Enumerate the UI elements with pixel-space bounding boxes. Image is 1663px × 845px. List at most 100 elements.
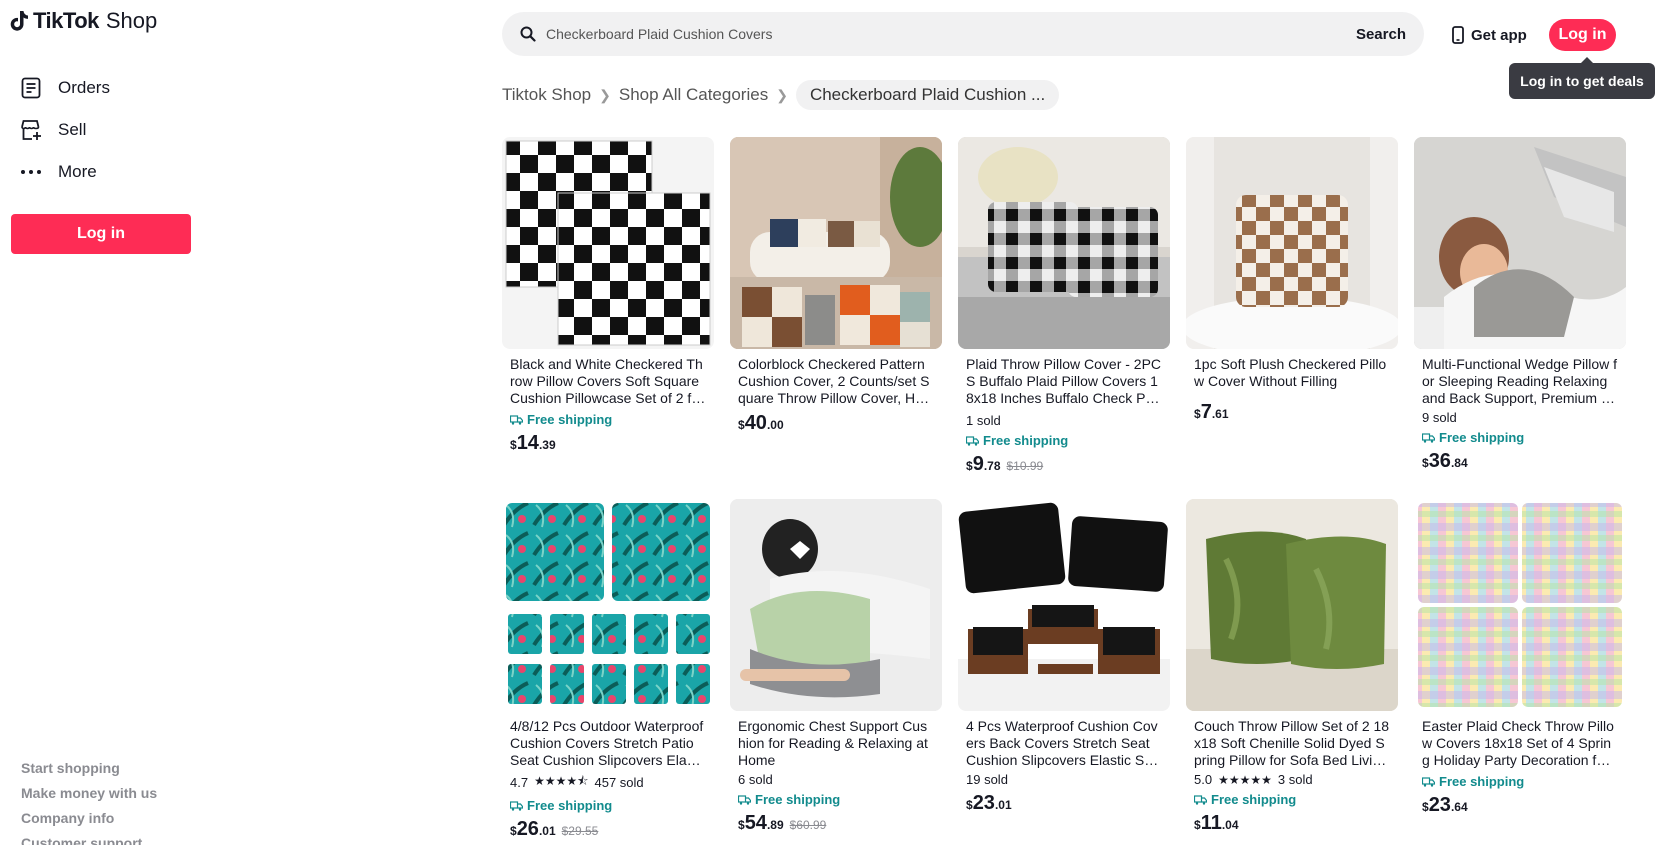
footer-link-customer-support[interactable]: Customer support <box>21 835 157 845</box>
product-card[interactable]: Black and White Checkered Throw Pillow C… <box>502 137 714 499</box>
orders-icon <box>20 77 42 99</box>
breadcrumb-tiktok-shop[interactable]: Tiktok Shop <box>502 85 591 105</box>
sold-count: 9 sold <box>1422 410 1457 425</box>
product-card[interactable]: 4 Pcs Waterproof Cushion Covers Back Cov… <box>958 499 1170 845</box>
sidebar-item-sell[interactable]: Sell <box>20 118 110 142</box>
truck-icon <box>1422 432 1435 443</box>
original-price: $29.55 <box>561 824 599 838</box>
free-shipping-badge: Free shipping <box>510 412 706 427</box>
search-input[interactable] <box>546 26 1356 42</box>
sidebar-item-label: Sell <box>58 120 87 139</box>
product-card[interactable]: 1pc Soft Plush Checkered Pillow Cover Wi… <box>1186 137 1398 499</box>
store-icon <box>20 119 42 141</box>
free-shipping-badge: Free shipping <box>966 433 1162 448</box>
currency-symbol: $ <box>1194 818 1201 832</box>
footer-link-make-money[interactable]: Make money with us <box>21 785 157 810</box>
brand-name: TikTok <box>33 8 99 33</box>
product-title[interactable]: Plaid Throw Pillow Cover - 2PCS Buffalo … <box>966 356 1162 407</box>
product-title[interactable]: Colorblock Checkered Pattern Cushion Cov… <box>738 356 934 407</box>
phone-icon <box>1452 26 1464 44</box>
product-price: $9.78 $10.99 <box>966 453 1162 476</box>
free-shipping-label: Free shipping <box>1211 792 1297 807</box>
breadcrumb-current: Checkerboard Plaid Cushion ... <box>795 80 1060 110</box>
currency-symbol: $ <box>738 818 745 832</box>
search-button[interactable]: Search <box>1356 26 1406 43</box>
free-shipping-badge: Free shipping <box>1422 430 1618 445</box>
price-integer: 7 <box>1200 401 1212 423</box>
product-card[interactable]: Easter Plaid Check Throw Pillow Covers 1… <box>1414 499 1626 845</box>
breadcrumb-all-categories[interactable]: Shop All Categories <box>619 85 768 105</box>
product-price: $54.89 $60.99 <box>738 812 934 835</box>
truck-icon <box>966 435 979 446</box>
product-price: $36.84 <box>1422 450 1618 473</box>
price-integer: 26 <box>516 818 539 840</box>
original-price: $60.99 <box>789 818 827 832</box>
product-title[interactable]: Black and White Checkered Throw Pillow C… <box>510 356 706 407</box>
sidebar-item-label: Orders <box>58 78 110 97</box>
price-decimal: .04 <box>1221 818 1239 832</box>
price-decimal: .39 <box>538 438 556 452</box>
product-price: $40.00 <box>738 412 934 435</box>
product-card[interactable]: Couch Throw Pillow Set of 2 18x18 Soft C… <box>1186 499 1398 845</box>
product-title[interactable]: Easter Plaid Check Throw Pillow Covers 1… <box>1422 718 1618 769</box>
tiktok-note-icon <box>10 11 28 31</box>
product-title[interactable]: 4/8/12 Pcs Outdoor Waterproof Cushion Co… <box>510 718 706 769</box>
footer-link-start-shopping[interactable]: Start shopping <box>21 760 157 785</box>
sidebar-item-orders[interactable]: Orders <box>20 76 110 100</box>
price-integer: 23 <box>1428 794 1451 816</box>
price-integer: 11 <box>1200 812 1222 834</box>
get-app-label: Get app <box>1471 26 1527 44</box>
product-price: $26.01 $29.55 <box>510 818 706 841</box>
free-shipping-label: Free shipping <box>1439 430 1525 445</box>
sold-count: 3 sold <box>1277 772 1313 787</box>
currency-symbol: $ <box>510 438 517 452</box>
sidebar-nav: Orders Sell More <box>20 76 110 202</box>
product-price: $11.04 <box>1194 812 1390 835</box>
product-title[interactable]: 1pc Soft Plush Checkered Pillow Cover Wi… <box>1194 356 1390 390</box>
sold-count: 457 sold <box>594 775 644 790</box>
product-image <box>502 499 714 711</box>
product-title[interactable]: Ergonomic Chest Support Cushion for Read… <box>738 718 934 769</box>
truck-icon <box>1194 794 1207 805</box>
currency-symbol: $ <box>1194 407 1201 421</box>
product-rating: 4.7 ★★★★⯪ 457 sold <box>510 772 706 793</box>
price-decimal: .78 <box>983 459 1001 473</box>
sidebar-login-button[interactable]: Log in <box>11 214 191 254</box>
free-shipping-badge: Free shipping <box>1194 792 1390 807</box>
get-app-button[interactable]: Get app <box>1442 18 1537 52</box>
price-integer: 23 <box>972 792 995 814</box>
product-sold: 9 sold <box>1422 410 1618 425</box>
product-image <box>958 499 1170 711</box>
product-image <box>958 137 1170 349</box>
price-decimal: .01 <box>538 824 556 838</box>
header-login-button[interactable]: Log in <box>1549 19 1616 51</box>
product-card[interactable]: Ergonomic Chest Support Cushion for Read… <box>730 499 942 845</box>
search-bar: Search <box>502 12 1424 56</box>
product-card[interactable]: Colorblock Checkered Pattern Cushion Cov… <box>730 137 942 499</box>
footer-link-company-info[interactable]: Company info <box>21 810 157 835</box>
tiktok-shop-logo[interactable]: TikTok Shop <box>10 8 157 34</box>
free-shipping-badge: Free shipping <box>510 798 706 813</box>
product-image <box>1414 499 1626 711</box>
price-decimal: .61 <box>1211 407 1229 421</box>
footer-links: Start shopping Make money with us Compan… <box>21 760 157 845</box>
currency-symbol: $ <box>966 459 973 473</box>
price-decimal: .84 <box>1450 456 1468 470</box>
product-card[interactable]: Multi-Functional Wedge Pillow for Sleepi… <box>1414 137 1626 499</box>
product-title[interactable]: Multi-Functional Wedge Pillow for Sleepi… <box>1422 356 1618 407</box>
product-image <box>1186 499 1398 711</box>
sidebar-item-more[interactable]: More <box>20 160 110 184</box>
sold-count: 19 sold <box>966 772 1008 787</box>
product-title[interactable]: Couch Throw Pillow Set of 2 18x18 Soft C… <box>1194 718 1390 769</box>
sidebar-item-label: More <box>58 162 97 181</box>
login-tooltip: Log in to get deals <box>1509 57 1655 99</box>
product-card[interactable]: Plaid Throw Pillow Cover - 2PCS Buffalo … <box>958 137 1170 499</box>
sold-count: 1 sold <box>966 413 1001 428</box>
product-price: $23.64 <box>1422 794 1618 817</box>
price-integer: 54 <box>744 812 767 834</box>
chevron-right-icon: ❯ <box>776 86 788 103</box>
product-title[interactable]: 4 Pcs Waterproof Cushion Covers Back Cov… <box>966 718 1162 769</box>
price-integer: 40 <box>744 412 767 434</box>
product-image <box>1186 137 1398 349</box>
product-card[interactable]: 4/8/12 Pcs Outdoor Waterproof Cushion Co… <box>502 499 714 845</box>
